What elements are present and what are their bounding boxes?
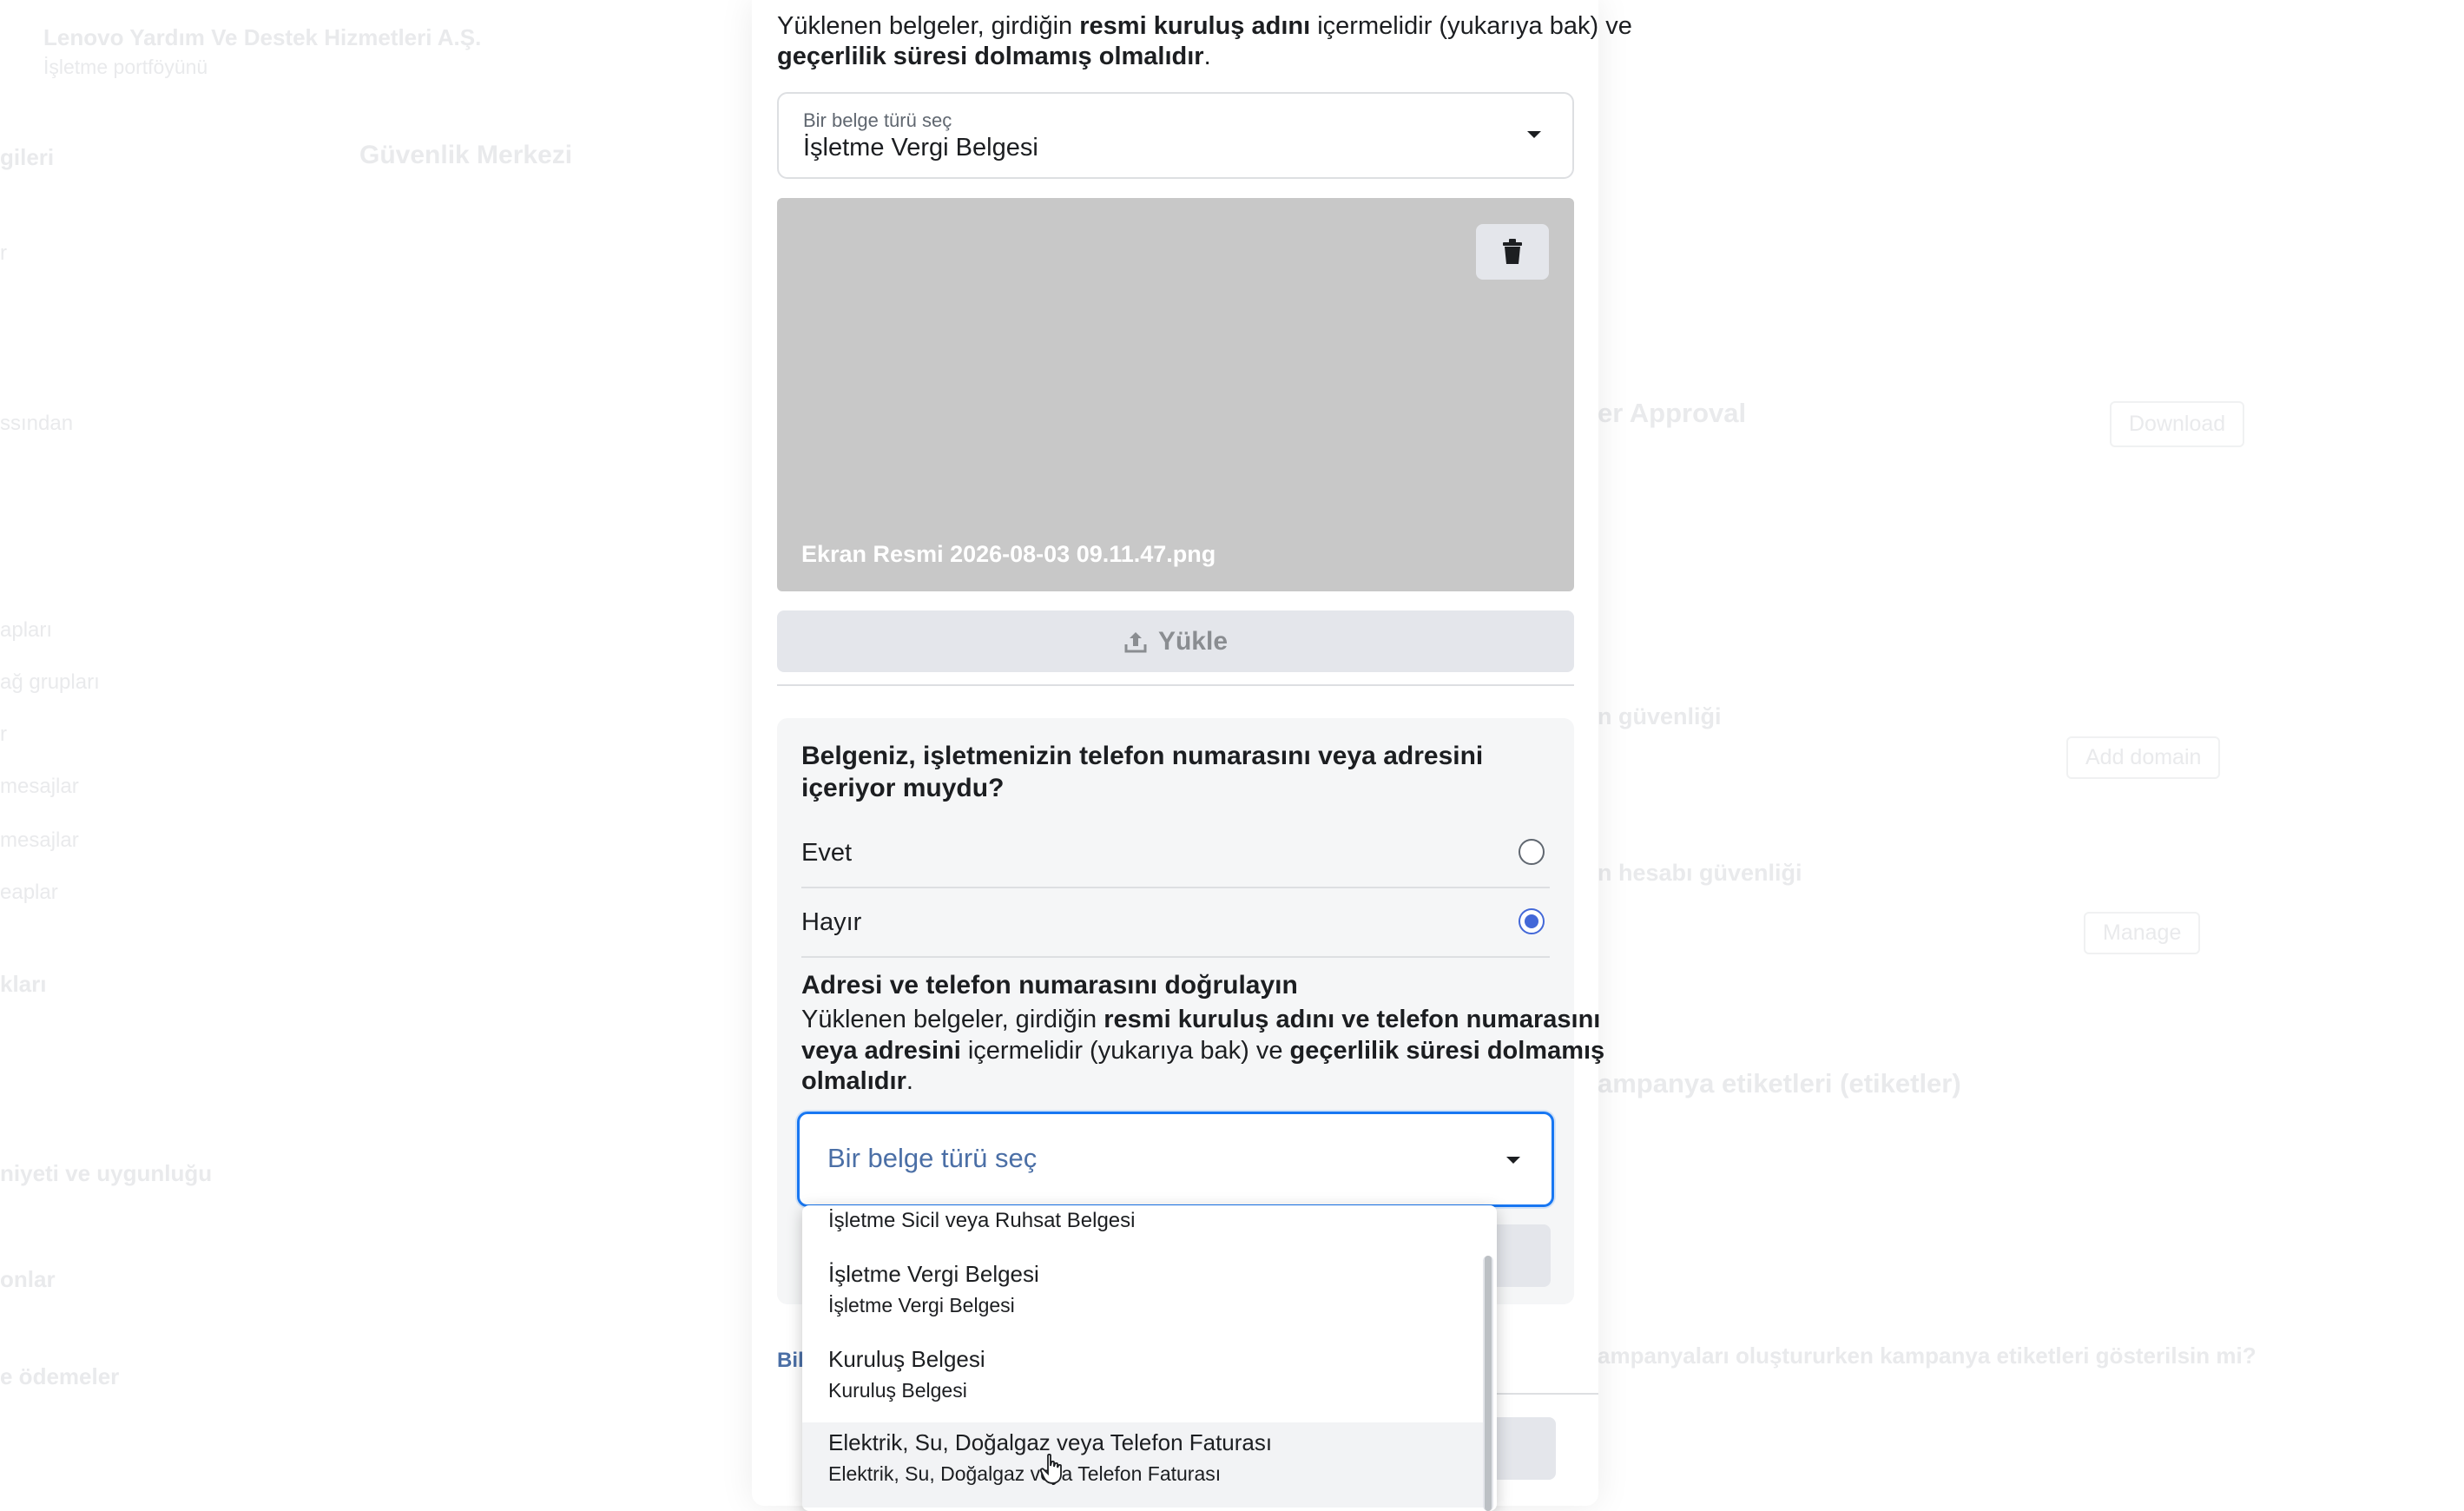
bg-manage-button: Manage: [2084, 912, 2201, 954]
bg-add-domain-button: Add domain: [2066, 736, 2221, 779]
upload-icon: [1124, 631, 1147, 652]
bg-sidebar-item: ağ grupları: [0, 670, 100, 694]
bg-sidebar-item: gileri: [0, 144, 55, 170]
hidden-footer-button: [1497, 1417, 1556, 1480]
bg-download-button: Download: [2110, 401, 2245, 447]
intro-text-line2: geçerlilik süresi dolmamış olmalıdır.: [777, 41, 1211, 72]
bg-sidebar-item: ssından: [0, 412, 74, 435]
verify-text-3b: .: [906, 1067, 913, 1095]
dropdown-option-title: Kuruluş Belgesi: [828, 1346, 985, 1372]
bg-sidebar-item: e ödemeler: [0, 1363, 120, 1389]
dropdown-option[interactable]: İşletme Sicil veya Ruhsat Belgesi: [802, 1205, 1484, 1237]
verify-title: Adresi ve telefon numarasını doğrulayın: [801, 971, 1298, 1000]
verify-text-1b: resmi kuruluş adını ve telefon numarasın…: [1104, 1006, 1601, 1033]
footer-divider: [1497, 1393, 1598, 1395]
verify-text-2b: içermelidir (yukarıya bak) ve: [960, 1037, 1290, 1065]
radio-no-circle[interactable]: [1519, 908, 1545, 934]
document-type-label: Bir belge türü seç: [803, 109, 952, 131]
bg-sidebar-item: mesajlar: [0, 828, 79, 852]
dropdown-option-subtitle: Kuruluş Belgesi: [828, 1379, 967, 1402]
intro-text-1a: Yüklenen belgeler, girdiğin: [777, 12, 1080, 40]
dropdown-option-hovered[interactable]: Elektrik, Su, Doğalgaz veya Telefon Fatu…: [802, 1422, 1484, 1508]
verify-text-line3: olmalıdır.: [801, 1066, 913, 1097]
second-select-placeholder: Bir belge türü seç: [827, 1143, 1038, 1173]
bg-sidebar-item: onlar: [0, 1266, 56, 1292]
bg-tags-question: ampanyaları oluştururken kampanya etiket…: [1598, 1343, 2256, 1369]
verify-text-line2: veya adresini içermelidir (yukarıya bak)…: [801, 1035, 1604, 1066]
verify-text-3a: olmalıdır: [801, 1067, 906, 1095]
bg-section-approval: er Approval: [1598, 398, 1747, 428]
address-question: Belgeniz, işletmenizin telefon numarasın…: [801, 742, 1484, 802]
dropdown-option-title: İşletme Sicil veya Ruhsat Belgesi: [828, 1209, 1136, 1232]
radio-option-yes[interactable]: Evet: [801, 827, 1550, 879]
radio-no-dot: [1525, 914, 1538, 928]
document-type-dropdown: İşletme Sicil veya Ruhsat Belgesi İşletm…: [802, 1205, 1497, 1511]
dropdown-option[interactable]: Kuruluş Belgesi Kuruluş Belgesi: [802, 1341, 1484, 1424]
trash-icon: [1503, 239, 1522, 264]
verify-text-2a: veya adresini: [801, 1037, 961, 1065]
bg-section-domain: n güvenliği: [1598, 703, 1722, 729]
second-document-type-select[interactable]: Bir belge türü seç: [797, 1112, 1554, 1207]
bg-page-title: Güvenlik Merkezi: [359, 141, 573, 169]
upload-label: Yükle: [1157, 626, 1229, 656]
bg-section-tags: ampanya etiketleri (etiketler): [1598, 1068, 1961, 1099]
upload-button[interactable]: Yükle: [777, 610, 1574, 672]
dropdown-option-title: Elektrik, Su, Doğalgaz veya Telefon Fatu…: [828, 1429, 1273, 1455]
intro-text-1c: içermelidir (yukarıya bak) ve: [1310, 12, 1632, 40]
option-separator: [801, 887, 1550, 888]
bg-sidebar-item: r: [0, 723, 7, 746]
radio-yes-circle[interactable]: [1519, 839, 1545, 865]
bg-business-name: Lenovo Yardım Ve Destek Hizmetleri A.Ş.: [43, 24, 482, 50]
intro-text-1b: resmi kuruluş adını: [1079, 12, 1311, 40]
radio-option-no[interactable]: Hayır: [801, 896, 1550, 948]
bg-sidebar-item: mesajlar: [0, 775, 79, 798]
dropdown-scrollbar-thumb[interactable]: [1485, 1256, 1492, 1511]
dropdown-option-subtitle: Elektrik, Su, Doğalgaz veya Telefon Fatu…: [828, 1462, 1222, 1485]
intro-text-line1: Yüklenen belgeler, girdiğin resmi kurulu…: [777, 10, 1632, 42]
chevron-down-icon: [1527, 131, 1541, 138]
bg-sidebar-item: kları: [0, 971, 47, 997]
delete-file-button[interactable]: [1476, 224, 1549, 280]
bg-sidebar-item: eaplar: [0, 881, 58, 904]
chevron-down-icon: [1506, 1157, 1520, 1164]
bg-sidebar-item: r: [0, 241, 7, 265]
option-separator: [801, 956, 1550, 958]
document-type-select[interactable]: Bir belge türü seç İşletme Vergi Belgesi: [777, 92, 1574, 179]
bg-sidebar-item: niyeti ve uygunluğu: [0, 1160, 213, 1186]
verify-text-1a: Yüklenen belgeler, girdiğin: [801, 1006, 1104, 1033]
radio-yes-label: Evet: [801, 839, 853, 867]
bg-section-account: n hesabı güvenliği: [1598, 860, 1802, 886]
footer-link[interactable]: Bil: [777, 1349, 804, 1373]
intro-text-2b: .: [1203, 43, 1211, 70]
verify-text-line1: Yüklenen belgeler, girdiğin resmi kurulu…: [801, 1004, 1600, 1035]
dropdown-option[interactable]: İşletme Vergi Belgesi İşletme Vergi Belg…: [802, 1256, 1484, 1339]
hand-cursor-icon: [1040, 1454, 1062, 1484]
document-type-value: İşletme Vergi Belgesi: [803, 134, 1038, 162]
intro-text-2a: geçerlilik süresi dolmamış olmalıdır: [777, 43, 1204, 70]
bg-sidebar-item: apları: [0, 618, 53, 642]
section-divider: [777, 684, 1574, 686]
bg-portfolio-label: İşletme portföyünü: [43, 56, 208, 78]
radio-no-label: Hayır: [801, 908, 862, 936]
dropdown-option-title: İşletme Vergi Belgesi: [828, 1261, 1039, 1287]
dropdown-option-subtitle: İşletme Vergi Belgesi: [828, 1294, 1015, 1316]
file-preview: Ekran Resmi 2026-08-03 09.11.47.png: [777, 198, 1574, 591]
file-name: Ekran Resmi 2026-08-03 09.11.47.png: [801, 541, 1216, 567]
verify-text-2c: geçerlilik süresi dolmamış: [1289, 1037, 1605, 1065]
hidden-action-button: [1497, 1224, 1551, 1287]
